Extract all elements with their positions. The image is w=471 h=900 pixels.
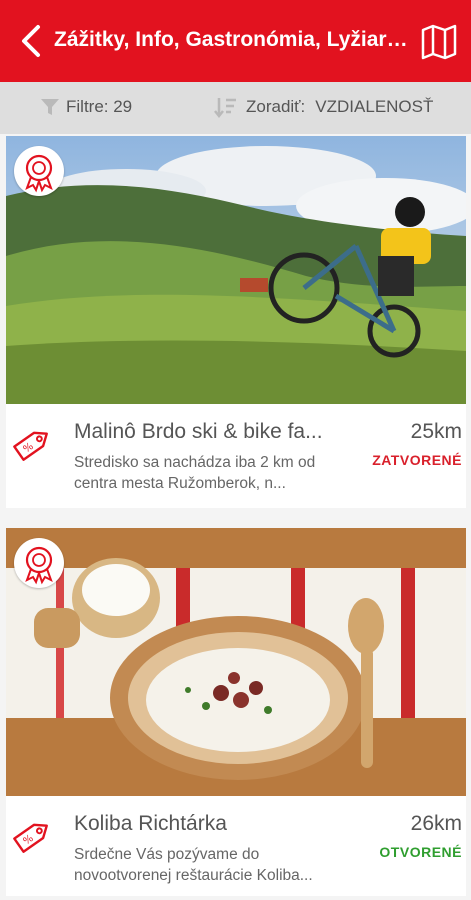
item-name: Koliba Richtárka [74,812,227,835]
sort-value: VZDIALENOSŤ [315,97,434,116]
status-badge: ZATVORENÉ [372,452,462,468]
item-description: Stredisko sa nachádza iba 2 km od centra… [74,454,316,492]
status-badge: OTVORENÉ [379,844,462,860]
award-badge-icon [14,538,64,588]
item-photo-bike [6,136,466,404]
list-item[interactable]: % Koliba Richtárka Srdečne Vás pozývame … [6,528,466,896]
item-distance: 26km [410,812,462,835]
sort-button[interactable]: Zoradiť: VZDIALENOSŤ [214,96,433,118]
item-info: % Malinô Brdo ski & bike fa... Stredisko… [6,406,466,506]
item-info: % Koliba Richtárka Srdečne Vás pozývame … [6,798,466,898]
map-icon[interactable] [420,24,458,60]
item-name: Malinô Brdo ski & bike fa... [74,420,323,443]
page-title: Zážitky, Info, Gastronómia, Lyžiarske st… [54,28,414,51]
back-arrow-icon[interactable] [18,24,48,58]
list-item[interactable]: % Malinô Brdo ski & bike fa... Stredisko… [6,136,466,508]
award-badge-icon [14,146,64,196]
discount-tag-icon: % [10,814,54,858]
filter-label: Filtre: 29 [66,97,133,116]
item-distance: 25km [410,420,462,443]
discount-tag-icon: % [10,422,54,466]
sort-label: Zoradiť: [246,97,306,116]
filter-sort-bar: Filtre: 29 Zoradiť: VZDIALENOSŤ [0,82,471,134]
item-photo-food [6,528,466,796]
app-bar: Zážitky, Info, Gastronómia, Lyžiarske st… [0,0,471,82]
filter-button[interactable]: Filtre: 29 [40,97,132,117]
item-description: Srdečne Vás pozývame do novootvorenej re… [74,846,313,884]
funnel-icon [41,99,59,115]
sort-icon [214,98,236,118]
